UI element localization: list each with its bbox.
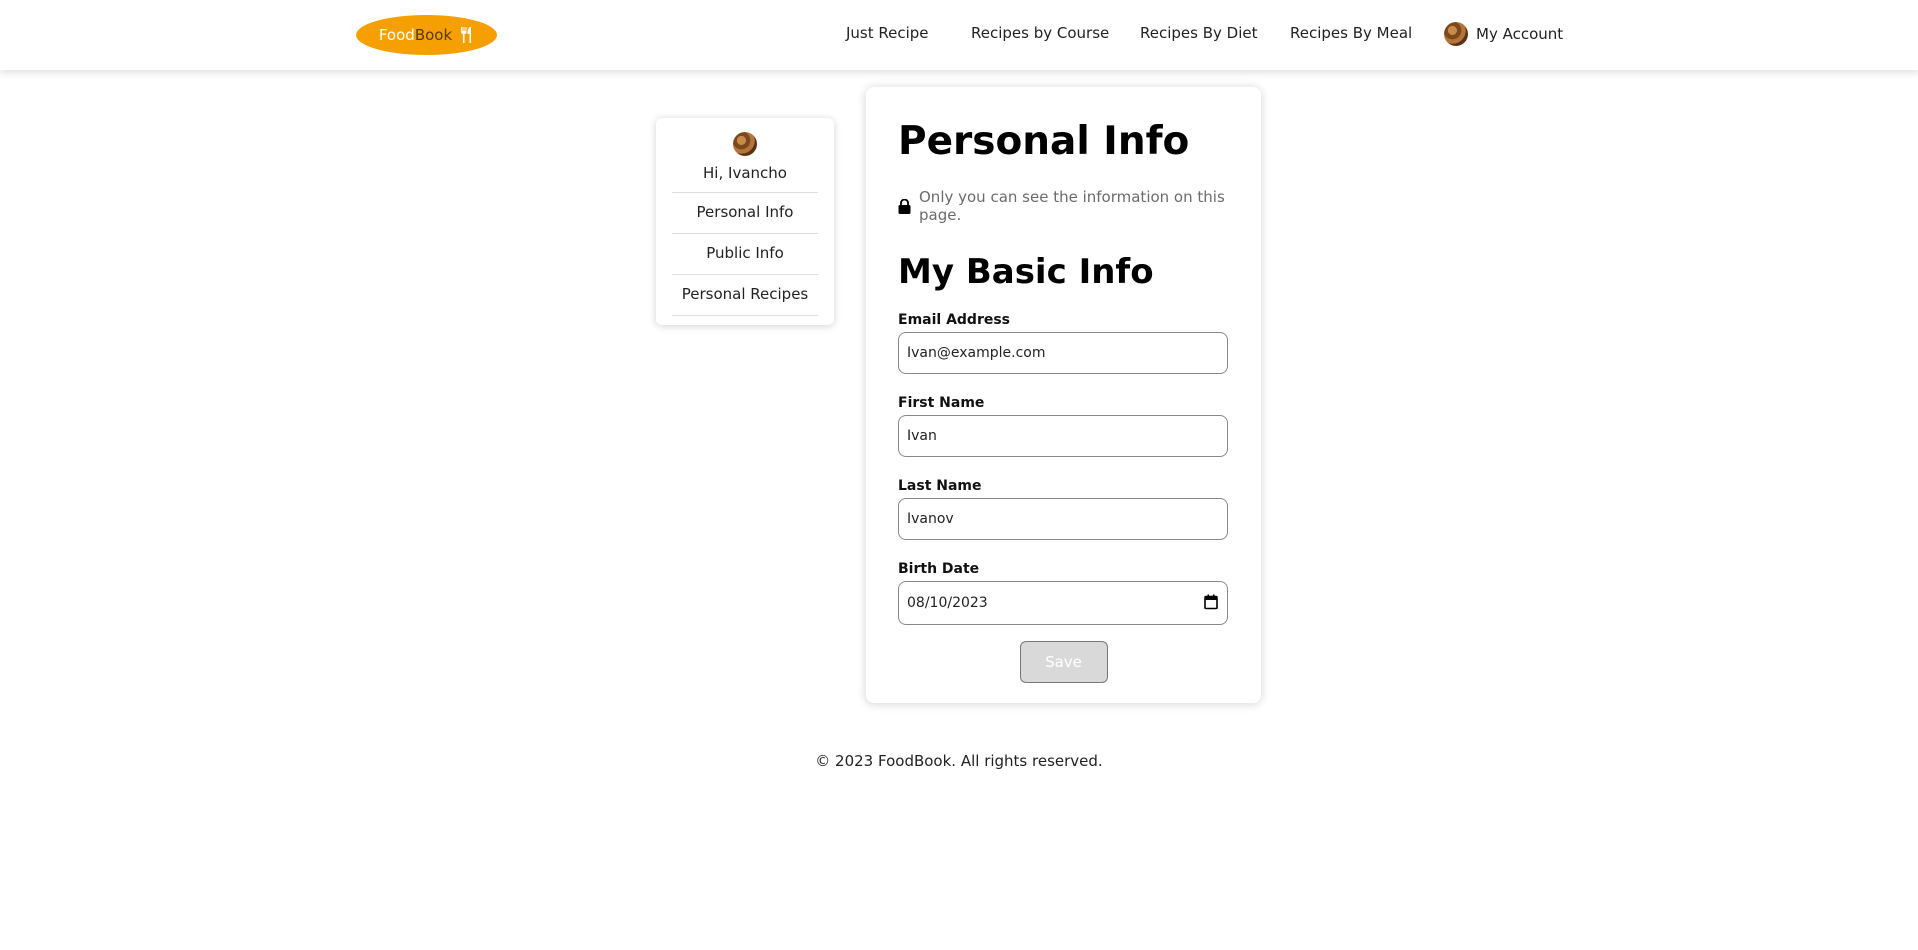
first-name-field[interactable] (898, 415, 1228, 457)
sidebar-item-public-info[interactable]: Public Info (672, 234, 818, 275)
sidebar-greeting: Hi, Ivancho (672, 164, 818, 193)
personal-info-card: Personal Info Only you can see the infor… (866, 87, 1261, 703)
privacy-note-text: Only you can see the information on this… (919, 188, 1225, 224)
email-field[interactable] (898, 332, 1228, 374)
privacy-note: Only you can see the information on this… (898, 188, 1229, 224)
footer-copyright: © 2023 FoodBook. All rights reserved. (815, 752, 1103, 770)
page-title: Personal Info (898, 119, 1190, 164)
first-name-label: First Name (898, 395, 985, 411)
last-name-field[interactable] (898, 498, 1228, 540)
fork-knife-icon (460, 27, 474, 43)
calendar-icon[interactable] (1204, 594, 1218, 614)
avatar (733, 132, 757, 156)
lock-icon (898, 198, 911, 214)
nav-just-recipe[interactable]: Just Recipe (846, 24, 929, 42)
top-navbar: Food Book Just Recipe Recipes by Course R… (0, 0, 1918, 70)
my-account-label: My Account (1476, 25, 1564, 43)
email-label: Email Address (898, 312, 1011, 328)
birth-date-label: Birth Date (898, 561, 980, 577)
birth-date-field[interactable] (898, 581, 1228, 625)
foodbook-logo[interactable]: Food Book (356, 15, 497, 55)
logo-book-text: Book (414, 26, 453, 44)
sidebar-item-personal-recipes[interactable]: Personal Recipes (672, 275, 818, 316)
last-name-label: Last Name (898, 478, 982, 494)
nav-recipes-by-diet[interactable]: Recipes By Diet (1140, 24, 1258, 42)
nav-recipes-by-course[interactable]: Recipes by Course (971, 24, 1109, 42)
account-sidebar: Hi, Ivancho Personal Info Public Info Pe… (656, 118, 834, 325)
nav-recipes-by-meal[interactable]: Recipes By Meal (1290, 24, 1412, 42)
section-title: My Basic Info (898, 252, 1154, 292)
logo-food-text: Food (378, 26, 415, 44)
nav-my-account[interactable]: My Account (1444, 22, 1563, 46)
avatar (1444, 22, 1468, 46)
sidebar-item-personal-info[interactable]: Personal Info (672, 193, 818, 234)
birth-date-wrapper (898, 581, 1228, 625)
save-button[interactable]: Save (1019, 641, 1108, 683)
